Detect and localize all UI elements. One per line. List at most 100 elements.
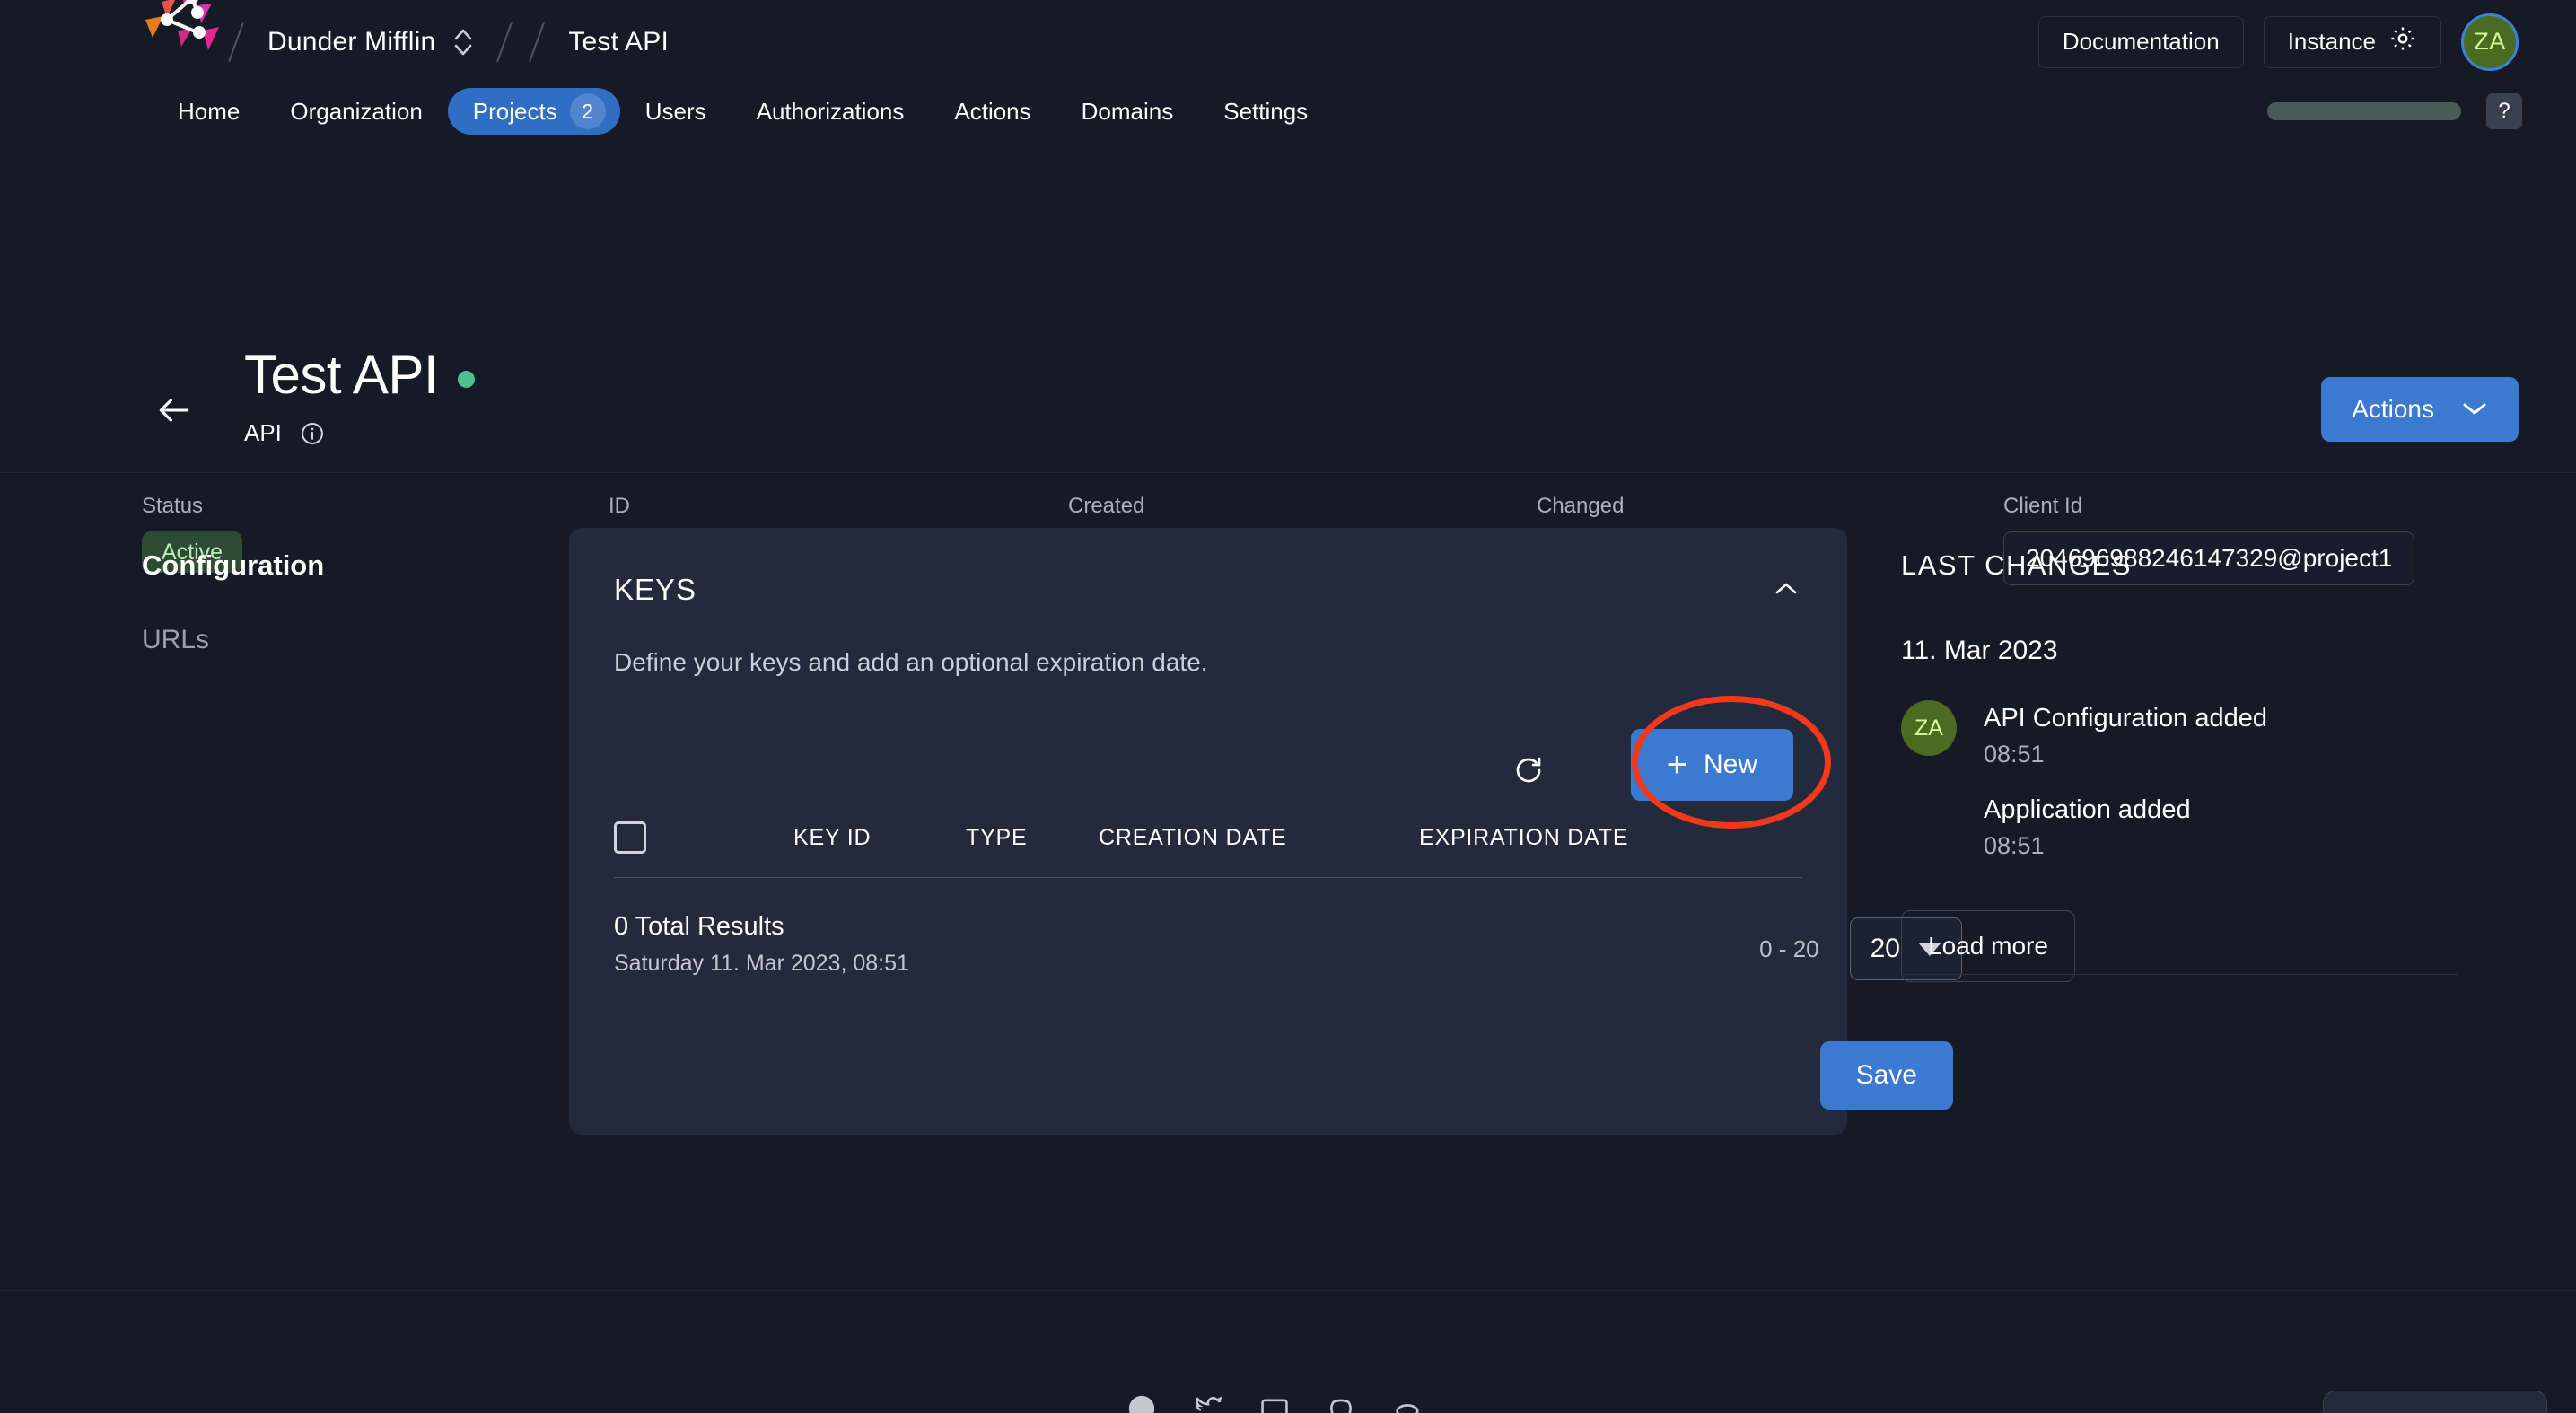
nav-item-badge: 2 (569, 93, 606, 129)
nav-item-label: Projects (472, 97, 557, 125)
documentation-button[interactable]: Documentation (2037, 15, 2244, 68)
top-bar-right: Documentation Instance ZA (2037, 0, 2519, 83)
total-results-timestamp: Saturday 11. Mar 2023, 08:51 (614, 951, 909, 976)
nav-item-label: Organization (290, 97, 423, 125)
config-sidebar-title: Configuration (142, 549, 325, 581)
nav-item-label: Domains (1081, 97, 1174, 125)
chevron-updown-icon (453, 27, 473, 57)
chevron-up-icon[interactable] (1770, 573, 1802, 605)
mail-icon[interactable] (1259, 1393, 1290, 1413)
load-more-button[interactable]: Load more (1901, 910, 2075, 982)
last-changes-entry: ZA API Configuration added 08:51 Applica… (1901, 700, 2458, 887)
avatar: ZA (1901, 700, 1957, 756)
nav-item-domains[interactable]: Domains (1056, 88, 1199, 135)
nav-item-users[interactable]: Users (620, 88, 732, 135)
top-bar: Dunder Mifflin Test API Documentation In… (0, 0, 2576, 83)
nav-items: Home Organization Projects 2 Users Autho… (153, 88, 1333, 135)
zitadel-logo-icon[interactable] (127, 0, 235, 72)
meta-label: ID (609, 494, 630, 518)
breadcrumb: Dunder Mifflin Test API (228, 0, 669, 83)
help-button[interactable]: ? (2486, 93, 2522, 129)
back-button[interactable] (154, 391, 194, 430)
gear-icon (2388, 24, 2417, 59)
nav-item-actions[interactable]: Actions (929, 88, 1056, 135)
nav-item-label: Home (178, 97, 241, 125)
main-nav: Home Organization Projects 2 Users Autho… (0, 83, 2576, 139)
list-item: API Configuration added 08:51 (1984, 704, 2267, 768)
event-text: Application added (1984, 795, 2191, 824)
keys-results-summary: 0 Total Results Saturday 11. Mar 2023, 0… (614, 912, 909, 977)
last-changes-title: LAST CHANGES (1901, 549, 2132, 581)
linkedin-icon[interactable] (1392, 1393, 1423, 1413)
rail-divider (1901, 974, 2458, 975)
nav-right: ? (2267, 93, 2522, 129)
nav-item-label: Settings (1223, 97, 1309, 125)
last-changes-events: API Configuration added 08:51 Applicatio… (1984, 700, 2267, 887)
config-sidebar: Configuration URLs (142, 549, 438, 655)
keys-table-header: KEY ID TYPE CREATION DATE EXPIRATION DAT… (614, 821, 1802, 854)
onboarding-progress-bar[interactable] (2267, 102, 2461, 120)
total-results-label: 0 Total Results (614, 912, 784, 941)
column-header-creation-date[interactable]: CREATION DATE (1099, 825, 1286, 851)
load-more-label: Load more (1928, 932, 2048, 960)
nav-item-organization[interactable]: Organization (265, 88, 447, 135)
help-label: ? (2498, 99, 2510, 123)
list-item: Application added 08:51 (1984, 795, 2267, 860)
page-subtitle-row: API (244, 419, 325, 447)
column-header-key-id[interactable]: KEY ID (793, 825, 871, 851)
event-time: 08:51 (1984, 741, 2045, 768)
page-subtitle: API (244, 419, 282, 446)
save-button-label: Save (1855, 1060, 1917, 1090)
nav-item-authorizations[interactable]: Authorizations (732, 88, 930, 135)
annotation-highlight-circle (1632, 696, 1831, 829)
twitter-icon[interactable] (1193, 1393, 1223, 1413)
column-header-type[interactable]: TYPE (966, 825, 1028, 851)
nav-item-home[interactable]: Home (153, 88, 265, 135)
event-text: API Configuration added (1984, 704, 2267, 733)
nav-item-label: Users (644, 97, 706, 125)
instance-label: Instance (2287, 28, 2376, 55)
actions-button-label: Actions (2352, 395, 2434, 423)
discord-icon[interactable] (1326, 1393, 1356, 1413)
breadcrumb-organization: Dunder Mifflin (267, 26, 436, 57)
nav-item-label: Actions (954, 97, 1031, 125)
column-header-expiration-date[interactable]: EXPIRATION DATE (1419, 825, 1628, 851)
nav-item-settings[interactable]: Settings (1198, 88, 1333, 135)
chat-widget[interactable] (2323, 1391, 2547, 1413)
meta-label: Status (142, 494, 204, 518)
actions-button[interactable]: Actions (2321, 377, 2519, 442)
page-range-label: 0 - 20 (1759, 935, 1819, 962)
last-changes-date: 11. Mar 2023 (1901, 636, 2058, 665)
keys-card-title: KEYS (614, 573, 697, 606)
status-dot-icon (458, 371, 476, 388)
keys-card-header: KEYS (614, 573, 1802, 607)
page-title: Test API (244, 345, 439, 405)
breadcrumb-project[interactable]: Test API (568, 27, 669, 57)
app-root: Dunder Mifflin Test API Documentation In… (0, 0, 2576, 1413)
breadcrumb-separator-icon (529, 22, 546, 62)
footer-social-links (1126, 1393, 1423, 1413)
meta-label: Client Id (2003, 494, 2083, 518)
avatar-initials: ZA (2474, 28, 2506, 55)
refresh-icon[interactable] (1512, 754, 1545, 786)
avatar[interactable]: ZA (2461, 13, 2519, 71)
meta-label: Changed (1537, 494, 1625, 518)
select-all-checkbox[interactable] (614, 821, 646, 854)
instance-button[interactable]: Instance (2263, 15, 2441, 68)
page-size-value: 20 (1870, 934, 1900, 963)
sidebar-item-urls[interactable]: URLs (142, 625, 438, 655)
keys-card-description: Define your keys and add an optional exp… (614, 648, 1208, 676)
info-icon[interactable] (300, 421, 325, 446)
event-time: 08:51 (1984, 832, 2045, 859)
footer-divider (0, 1290, 2576, 1291)
chevron-down-icon (2461, 395, 2488, 424)
page-header: Test API API Actions Status Active ID Cr… (0, 139, 2576, 585)
nav-item-label: Authorizations (756, 97, 905, 125)
nav-item-projects[interactable]: Projects 2 (447, 88, 620, 135)
save-button[interactable]: Save (1819, 1041, 1953, 1110)
meta-label: Created (1068, 494, 1145, 518)
avatar-initials: ZA (1914, 715, 1943, 741)
org-switcher[interactable]: Dunder Mifflin (267, 27, 473, 57)
breadcrumb-separator-icon (496, 22, 513, 62)
github-icon[interactable] (1126, 1393, 1157, 1413)
